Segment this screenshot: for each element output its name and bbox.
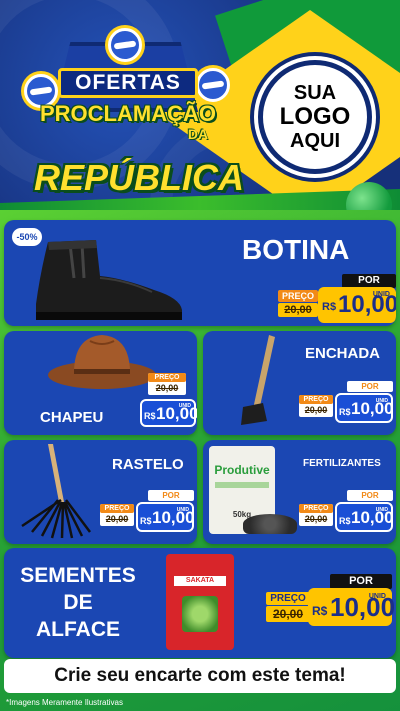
old-price: 20,00	[278, 303, 318, 317]
currency: R$	[144, 411, 156, 421]
por-label: POR	[330, 574, 392, 589]
product-name: FERTILIZANTES	[303, 458, 381, 469]
logo-text-line: SUA	[293, 82, 337, 104]
unit-label: UNID	[375, 507, 388, 513]
unit-label: UNID	[178, 403, 191, 409]
logo-text-line: LOGO	[279, 103, 351, 130]
old-price: 20,00	[266, 606, 310, 622]
seed-packet-icon: SAKATA	[166, 554, 234, 650]
old-price: 20,00	[304, 514, 328, 524]
product-name: RASTELO	[112, 456, 184, 473]
hoe-icon	[241, 335, 275, 425]
currency: R$	[322, 301, 337, 313]
preco-label: PREÇO	[266, 592, 310, 605]
preco-label: PREÇO	[100, 504, 134, 513]
title-ofertas: OFERTAS	[58, 68, 198, 98]
price-box: R$ 10,00 UNID	[318, 287, 396, 323]
packet-brand: SAKATA	[174, 576, 226, 586]
product-name-line: SEMENTES	[20, 564, 136, 587]
preco-label: PREÇO	[148, 373, 186, 382]
price-tag: PREÇO 20,00 R$ 10,00 UNID	[140, 373, 197, 429]
unit-label: UNID	[368, 593, 386, 600]
por-label: POR	[347, 381, 393, 392]
unit-label: UNID	[372, 291, 390, 298]
footnote: *Imagens Meramente Ilustrativas	[6, 698, 123, 707]
unit-label: UNID	[375, 398, 388, 404]
cta-banner[interactable]: Crie seu encarte com este tema!	[4, 659, 396, 693]
price-box: R$ 10,00 UNID	[308, 588, 395, 626]
price-tag: POR PREÇO 20,00 R$ 10,00 UNID	[100, 490, 195, 538]
product-name: ENCHADA	[305, 345, 380, 362]
unit-label: UNID	[176, 507, 189, 513]
currency: R$	[339, 516, 351, 526]
product-card-fertilizantes[interactable]: Produtive 50kg FERTILIZANTES POR PREÇO 2…	[203, 440, 396, 544]
price-tag: POR PREÇO 20,00 R$ 10,00 UNID	[299, 381, 394, 429]
brazil-flag-icon	[196, 68, 230, 102]
por-label: POR	[342, 274, 396, 288]
por-label: POR	[347, 490, 393, 501]
preco-label: PREÇO	[278, 290, 318, 302]
currency: R$	[140, 516, 152, 526]
title-da: DA	[187, 126, 209, 142]
product-card-enchada[interactable]: ENCHADA POR PREÇO 20,00 R$ 10,00 UNID	[203, 331, 396, 435]
price-box: R$ 10,00 UNID	[140, 399, 197, 427]
price-box: R$ 10,00 UNID	[335, 393, 394, 423]
title-republica: REPÚBLICA	[34, 157, 245, 198]
product-card-botina[interactable]: -50% BOTINA POR R$ 10,00 UNID PREÇO 20,0…	[4, 220, 396, 326]
currency: R$	[312, 604, 328, 618]
header: OFERTAS PROCLAMAÇÃO DA REPÚBLICA SUA LOG…	[0, 0, 400, 215]
old-price: 20,00	[155, 383, 179, 393]
price-tag: POR R$ 10,00 UNID PREÇO 20,00	[276, 274, 396, 323]
currency: R$	[339, 407, 351, 417]
price-tag: POR R$ 10,00 UNID PREÇO 20,00	[264, 574, 395, 628]
product-name-line: DE	[63, 591, 93, 614]
price-box: R$ 10,00 UNID	[335, 502, 394, 532]
por-label: POR	[148, 490, 194, 501]
preco-label: PREÇO	[299, 395, 333, 404]
title-proclamacao: PROCLAMAÇÃO	[40, 101, 216, 126]
product-name: BOTINA	[242, 234, 350, 265]
preco-label: PREÇO	[299, 504, 333, 513]
price-box: R$ 10,00 UNID	[136, 502, 195, 532]
price-tag: POR PREÇO 20,00 R$ 10,00 UNID	[299, 490, 394, 538]
lettuce-image	[182, 596, 218, 632]
product-card-sementes[interactable]: SEMENTES DE ALFACE SAKATA POR R$ 10,00 U…	[4, 548, 396, 658]
rake-icon	[21, 444, 91, 539]
brazil-flag-icon	[108, 28, 142, 62]
fertilizer-granules	[243, 514, 297, 534]
old-price: 20,00	[105, 514, 129, 524]
boot-icon	[36, 240, 182, 320]
logo-text-line: AQUI	[290, 130, 340, 152]
product-card-rastelo[interactable]: RASTELO POR PREÇO 20,00 R$ 10,00 UNID	[4, 440, 197, 544]
title-block: OFERTAS PROCLAMAÇÃO DA REPÚBLICA	[18, 22, 245, 207]
old-price: 20,00	[304, 405, 328, 415]
product-card-chapeu[interactable]: CHAPEU PREÇO 20,00 R$ 10,00 UNID	[4, 331, 197, 435]
bag-brand: Produtive	[214, 463, 270, 477]
product-name: CHAPEU	[40, 409, 104, 426]
logo-placeholder[interactable]: SUA LOGO AQUI	[258, 60, 372, 174]
product-name-line: ALFACE	[36, 618, 120, 641]
bag-stripe	[215, 482, 269, 488]
